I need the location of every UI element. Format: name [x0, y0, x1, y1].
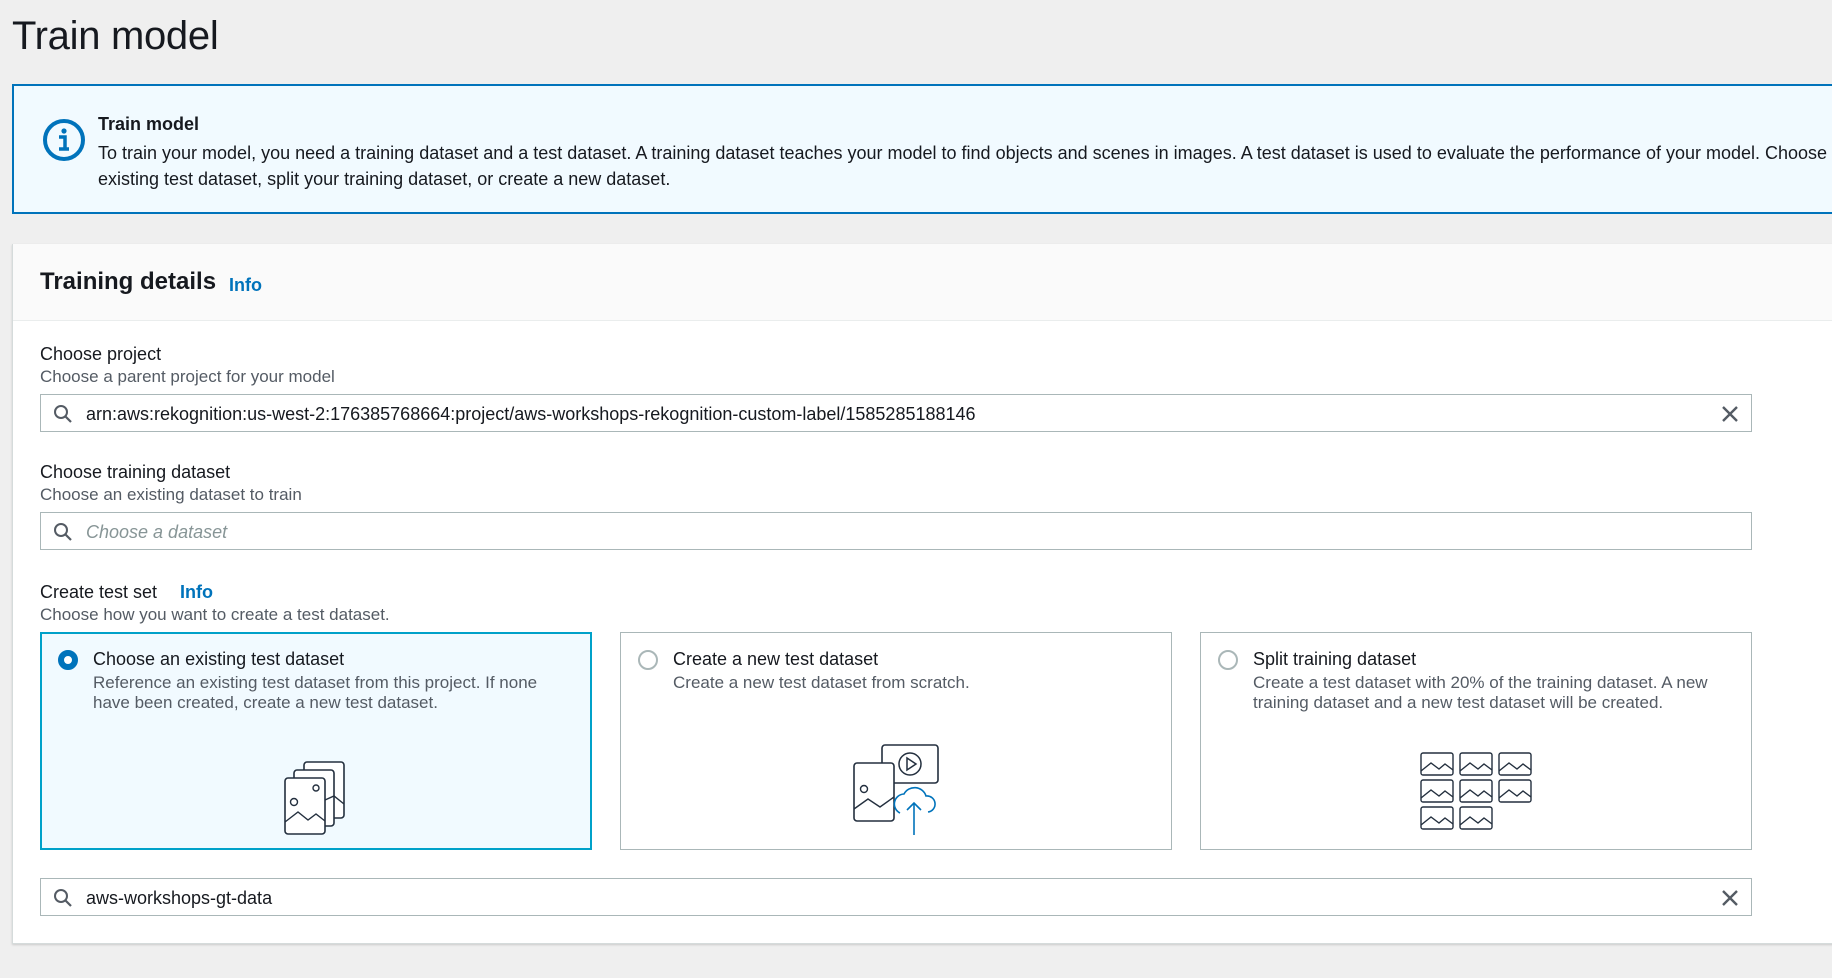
tile-existing-test-dataset[interactable]: Choose an existing test dataset Referenc…	[40, 632, 592, 850]
panel-header: Training details Info	[13, 244, 1832, 321]
page-title: Train model	[12, 14, 219, 58]
image-grid-icon	[1420, 752, 1532, 830]
test-dataset-value: aws-workshops-gt-data	[86, 888, 273, 908]
training-details-panel: Training details Info Choose project Cho…	[12, 244, 1832, 944]
training-dataset-select[interactable]: Choose a dataset	[40, 512, 1752, 550]
radio-existing-test-dataset[interactable]	[58, 650, 78, 670]
test-set-description: Choose how you want to create a test dat…	[40, 605, 390, 624]
test-set-label: Create test set	[40, 582, 158, 602]
info-alert: Train model To train your model, you nee…	[12, 84, 1832, 214]
project-select[interactable]: arn:aws:rekognition:us-west-2:1763857686…	[40, 394, 1752, 432]
tile-new-test-dataset[interactable]: Create a new test dataset Create a new t…	[620, 632, 1172, 850]
tile-split-training-dataset[interactable]: Split training dataset Create a test dat…	[1200, 632, 1752, 850]
clear-icon[interactable]	[1719, 403, 1741, 425]
image-stack-icon	[284, 761, 345, 835]
search-icon	[54, 523, 72, 541]
tile-description: Create a new test dataset from scratch.	[673, 673, 970, 692]
radio-split-training-dataset[interactable]	[1218, 650, 1238, 670]
tile-title: Choose an existing test dataset	[93, 649, 345, 669]
alert-body: To train your model, you need a training…	[98, 143, 1832, 189]
training-details-info-link[interactable]: Info	[229, 275, 262, 296]
training-dataset-label: Choose training dataset	[40, 462, 231, 482]
clear-icon[interactable]	[1719, 887, 1741, 909]
upload-media-icon	[853, 744, 939, 835]
panel-title: Training details	[40, 268, 217, 295]
info-icon	[43, 119, 85, 161]
radio-new-test-dataset[interactable]	[638, 650, 658, 670]
tile-description: Create a test dataset with 20% of the tr…	[1253, 673, 1708, 712]
search-icon	[54, 405, 72, 423]
search-icon	[54, 889, 72, 907]
alert-title: Train model	[98, 114, 200, 134]
tile-title: Split training dataset	[1253, 649, 1417, 669]
training-dataset-description: Choose an existing dataset to train	[40, 485, 302, 504]
tile-description: Reference an existing test dataset from …	[93, 673, 538, 712]
training-dataset-placeholder: Choose a dataset	[86, 522, 228, 542]
test-set-info-link[interactable]: Info	[180, 582, 213, 603]
project-description: Choose a parent project for your model	[40, 367, 335, 386]
project-value: arn:aws:rekognition:us-west-2:1763857686…	[86, 404, 976, 424]
test-dataset-select[interactable]: aws-workshops-gt-data	[40, 878, 1752, 916]
project-label: Choose project	[40, 344, 162, 364]
tile-title: Create a new test dataset	[673, 649, 879, 669]
